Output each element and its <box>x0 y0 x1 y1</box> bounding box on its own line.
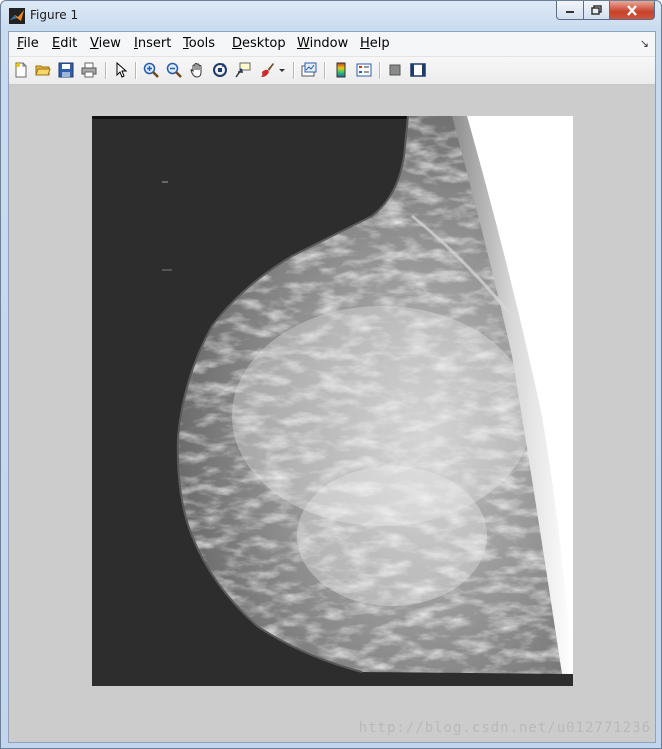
save-icon <box>58 62 74 78</box>
link-plot-button[interactable] <box>300 61 318 79</box>
window-title: Figure 1 <box>30 8 79 22</box>
toolbar-separator <box>293 62 295 79</box>
legend-button[interactable] <box>355 61 373 79</box>
hide-plot-tools-button[interactable] <box>386 61 404 79</box>
mammogram-graphic <box>92 116 573 686</box>
brush-icon <box>261 63 274 77</box>
watermark-text: http://blog.csdn.net/u012771236 <box>358 720 651 736</box>
minimize-button[interactable] <box>556 1 584 20</box>
title-bar[interactable]: Figure 1 <box>1 1 661 31</box>
minimize-icon <box>566 11 574 13</box>
legend-icon <box>356 63 372 77</box>
new-figure-button[interactable] <box>12 61 30 79</box>
print-icon <box>81 62 97 78</box>
menu-desktop[interactable]: Desktop <box>232 36 286 51</box>
menu-insert[interactable]: Insert <box>134 36 171 51</box>
rotate-3d-button[interactable] <box>211 61 229 79</box>
dock-arrow-icon[interactable]: ↘ <box>640 37 649 50</box>
link-plot-icon <box>301 62 317 77</box>
menu-edit[interactable]: Edit <box>52 36 77 51</box>
pan-button[interactable] <box>188 61 206 79</box>
hide-plot-tools-icon <box>389 64 401 76</box>
rotate-3d-icon <box>213 63 227 77</box>
pan-hand-icon <box>190 62 202 78</box>
open-file-button[interactable] <box>34 61 52 79</box>
toolbar-separator <box>324 62 326 79</box>
window-controls <box>556 1 655 21</box>
print-button[interactable] <box>80 61 98 79</box>
data-cursor-icon <box>235 62 251 78</box>
show-plot-tools-icon <box>410 63 426 77</box>
figure-toolbar <box>9 57 655 85</box>
figure-client-area: File Edit View Insert Tools Desktop Wind… <box>8 31 656 743</box>
menu-file[interactable]: File <box>17 36 39 51</box>
menu-bar: File Edit View Insert Tools Desktop Wind… <box>9 32 655 57</box>
toolbar-separator <box>105 62 107 79</box>
new-figure-icon <box>15 62 27 78</box>
zoom-out-button[interactable] <box>165 61 183 79</box>
restore-button[interactable] <box>584 1 610 20</box>
menu-help[interactable]: Help <box>360 36 390 51</box>
zoom-in-button[interactable] <box>142 61 160 79</box>
figure-canvas[interactable]: http://blog.csdn.net/u012771236 <box>9 85 655 742</box>
brush-dropdown-button[interactable] <box>277 61 287 79</box>
open-file-icon <box>35 65 51 76</box>
mammogram-image <box>92 116 573 686</box>
zoom-in-icon <box>143 62 159 78</box>
restore-icon <box>591 5 602 15</box>
colorbar-icon <box>336 62 346 78</box>
brush-button[interactable] <box>258 61 276 79</box>
brush-dropdown-icon <box>279 69 285 72</box>
save-button[interactable] <box>57 61 75 79</box>
menu-view[interactable]: View <box>90 36 121 51</box>
menu-window[interactable]: Window <box>297 36 348 51</box>
show-plot-tools-button[interactable] <box>409 61 427 79</box>
close-button[interactable] <box>610 1 655 20</box>
close-icon <box>627 4 637 16</box>
toolbar-separator <box>135 62 137 79</box>
matlab-logo-icon <box>9 8 25 24</box>
toolbar-separator <box>379 62 381 79</box>
menu-tools[interactable]: Tools <box>183 36 215 51</box>
figure-window: Figure 1 File Edit View Insert Tools Des… <box>0 0 662 749</box>
data-cursor-button[interactable] <box>234 61 252 79</box>
edit-plot-button[interactable] <box>112 61 130 79</box>
colorbar-button[interactable] <box>332 61 350 79</box>
edit-plot-arrow-icon <box>116 62 128 78</box>
zoom-out-icon <box>166 62 182 78</box>
